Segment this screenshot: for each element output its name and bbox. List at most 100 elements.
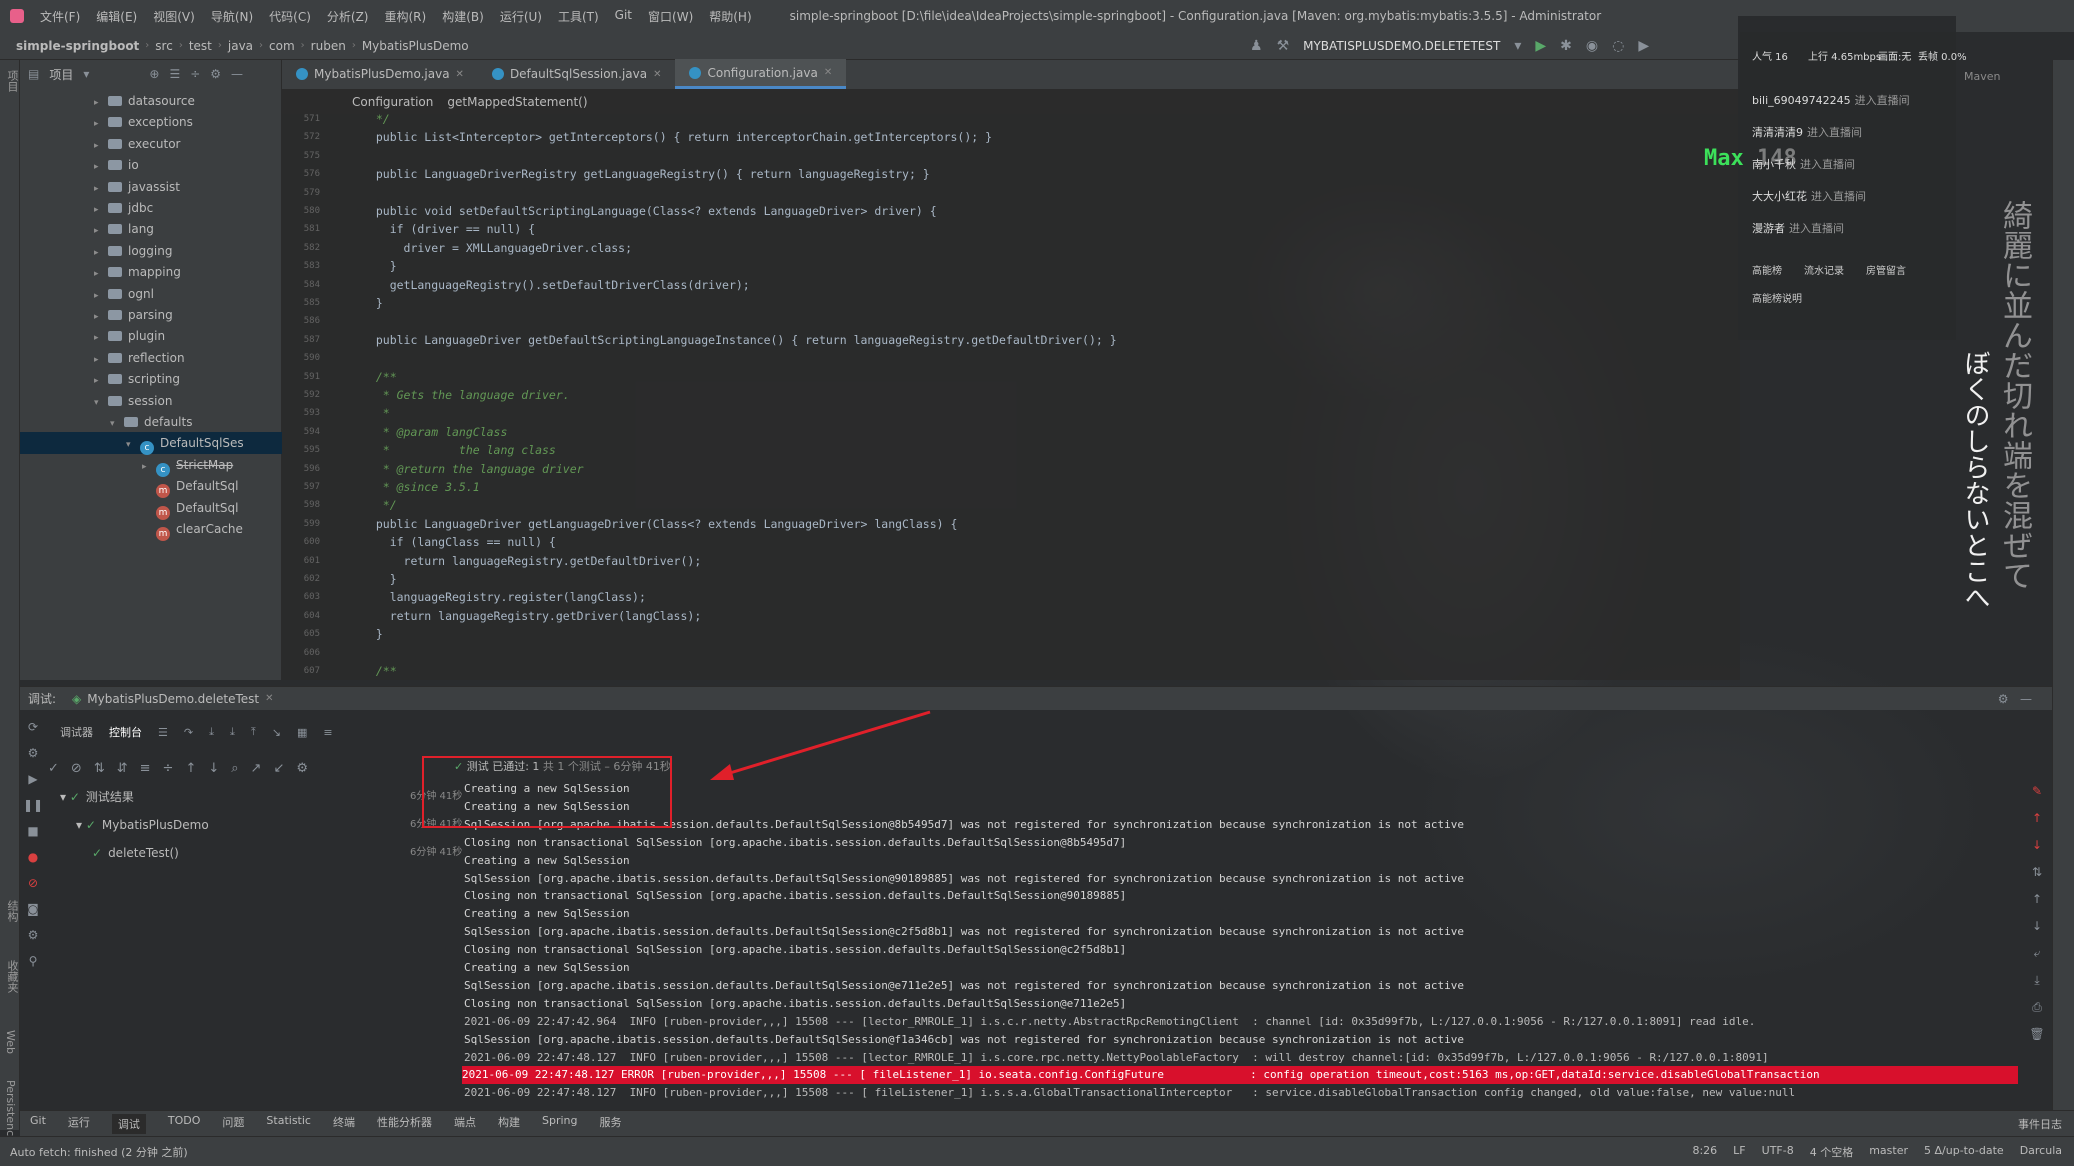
- hide-icon[interactable]: —: [231, 67, 243, 81]
- tab-debugger[interactable]: 调试器: [60, 724, 93, 740]
- tree-item[interactable]: m clearCache: [20, 518, 282, 541]
- tree-item[interactable]: ▸ c StrictMap: [20, 454, 282, 477]
- collapse-icon[interactable]: ÷: [163, 761, 174, 776]
- breadcrumb-item[interactable]: MybatisPlusDemo: [356, 39, 475, 53]
- menu-item[interactable]: 帮助(H): [701, 8, 759, 25]
- crumb-class[interactable]: Configuration: [352, 95, 433, 109]
- console-output[interactable]: Creating a new SqlSession Creating a new …: [454, 780, 2022, 1110]
- gear-icon[interactable]: ⚙: [296, 761, 308, 776]
- menu-item[interactable]: 运行(U): [492, 8, 550, 25]
- chevron-down-icon[interactable]: ▾: [83, 67, 89, 81]
- tree-item[interactable]: ▸ datasource: [20, 90, 282, 112]
- run-configuration-select[interactable]: MYBATISPLUSDEMO.DELETETEST: [1303, 39, 1500, 53]
- gear-icon[interactable]: ⚙: [210, 67, 221, 81]
- close-icon[interactable]: ✕: [824, 67, 832, 78]
- menu-item[interactable]: 分析(Z): [319, 8, 377, 25]
- import-icon[interactable]: ↙: [273, 761, 284, 776]
- search-icon[interactable]: ⌕: [231, 761, 238, 776]
- menu-item[interactable]: 导航(N): [203, 8, 261, 25]
- run-to-cursor-icon[interactable]: ↘: [272, 726, 281, 739]
- tree-item[interactable]: ▸ plugin: [20, 325, 282, 347]
- debug-icon[interactable]: ✱: [1560, 38, 1572, 54]
- status-widget[interactable]: 4 个空格: [1810, 1144, 1854, 1160]
- stripe-label-project[interactable]: 项目: [4, 70, 20, 92]
- sort-icon[interactable]: ⇅: [2022, 865, 2052, 892]
- step-over-icon[interactable]: ↷: [184, 726, 193, 739]
- profile-icon[interactable]: ◌: [1612, 38, 1624, 54]
- mute-icon[interactable]: ⊘: [20, 876, 46, 902]
- run-icon[interactable]: ▶: [1535, 38, 1546, 54]
- overlay-btn-admin[interactable]: 房管留言: [1866, 262, 1906, 277]
- editor-tab[interactable]: MybatisPlusDemo.java ✕: [282, 59, 478, 89]
- chevron-down-icon[interactable]: ▾: [76, 818, 86, 832]
- editor-tab[interactable]: DefaultSqlSession.java ✕: [478, 59, 676, 89]
- tool-window-button[interactable]: 服务: [599, 1114, 621, 1134]
- trace-icon[interactable]: ≡: [323, 726, 332, 739]
- maven-label[interactable]: Maven: [1964, 70, 2000, 83]
- pause-icon[interactable]: ❚❚: [20, 798, 46, 824]
- tree-item[interactable]: ▸ parsing: [20, 304, 282, 326]
- breadcrumb-item[interactable]: simple-springboot: [0, 39, 145, 53]
- status-widget[interactable]: master: [1869, 1144, 1908, 1160]
- step-out-icon[interactable]: ⤒: [251, 725, 256, 739]
- menu-item[interactable]: 构建(B): [434, 8, 492, 25]
- breadcrumb-item[interactable]: src: [149, 39, 179, 53]
- tree-item[interactable]: ▸ ognl: [20, 283, 282, 305]
- project-title[interactable]: 项目: [49, 66, 73, 83]
- test-item[interactable]: ▾ ✓ 测试结果 6分钟 41秒: [60, 786, 462, 808]
- code-editor[interactable]: 571 572 575 576 579 580 581 582 583 584 585 586 587 5…: [282, 114, 1740, 680]
- chevron-down-icon[interactable]: ▾: [60, 790, 70, 804]
- menu-item[interactable]: 编辑(E): [88, 8, 145, 25]
- breakpoints-icon[interactable]: ●: [20, 850, 46, 876]
- tool-window-button[interactable]: 终端: [333, 1114, 355, 1134]
- show-passed-icon[interactable]: ✓: [48, 761, 59, 776]
- menu-item[interactable]: 重构(R): [377, 8, 435, 25]
- coverage-icon[interactable]: ◉: [1586, 38, 1598, 54]
- status-widget[interactable]: Darcula: [2020, 1144, 2062, 1160]
- edit-icon[interactable]: ✎: [2022, 784, 2052, 811]
- menu-item[interactable]: 工具(T): [550, 8, 607, 25]
- collapse-all-icon[interactable]: ÷: [190, 67, 200, 81]
- arrow-up-icon[interactable]: ↑: [2022, 811, 2052, 838]
- print-icon[interactable]: ⎙: [2022, 1000, 2052, 1027]
- breadcrumb-item[interactable]: java: [222, 39, 259, 53]
- tool-window-button[interactable]: 调试: [111, 1113, 146, 1134]
- tool-window-button[interactable]: Git: [30, 1114, 46, 1134]
- tree-item[interactable]: ▾ session: [20, 390, 282, 412]
- tree-item[interactable]: ▸ javassist: [20, 176, 282, 198]
- export-icon[interactable]: ↗: [251, 761, 262, 776]
- gear-icon[interactable]: ⚙ —: [1998, 692, 2032, 706]
- prev-icon[interactable]: ↑: [185, 761, 196, 776]
- expand-icon[interactable]: ≡: [140, 761, 151, 776]
- tool-window-button[interactable]: Statistic: [266, 1114, 311, 1134]
- editor-tab[interactable]: Configuration.java ✕: [675, 59, 847, 89]
- tree-item[interactable]: ▸ reflection: [20, 347, 282, 369]
- step-into-icon[interactable]: ⤓: [209, 725, 214, 739]
- tree-item[interactable]: ▾ c DefaultSqlSes: [20, 432, 282, 456]
- breadcrumb-item[interactable]: com: [263, 39, 301, 53]
- tree-item[interactable]: ▸ lang: [20, 218, 282, 240]
- status-message[interactable]: Auto fetch: finished (2 分钟 之前): [0, 1144, 188, 1160]
- tool-window-button[interactable]: 构建: [498, 1114, 520, 1134]
- gear-icon[interactable]: ⚙: [20, 928, 46, 954]
- tree-item[interactable]: ▾ defaults: [20, 411, 282, 433]
- stripe-label-structure[interactable]: 结构: [4, 900, 20, 922]
- menu-item[interactable]: 视图(V): [145, 8, 203, 25]
- wrap-icon[interactable]: ⤶: [2022, 946, 2052, 973]
- status-widget[interactable]: 5 Δ/up-to-date: [1924, 1144, 2004, 1160]
- close-icon[interactable]: ✕: [456, 69, 464, 80]
- breadcrumb-item[interactable]: ruben: [305, 39, 352, 53]
- tree-item[interactable]: ▸ exceptions: [20, 111, 282, 133]
- status-widget[interactable]: UTF-8: [1762, 1144, 1794, 1160]
- debug-run-tab[interactable]: ◈ MybatisPlusDemo.deleteTest ✕: [72, 692, 273, 706]
- down-icon[interactable]: ↓: [2022, 919, 2052, 946]
- user-icon[interactable]: ♟: [1250, 38, 1263, 54]
- status-widget[interactable]: LF: [1733, 1144, 1745, 1160]
- settings-icon[interactable]: ⚙: [20, 746, 46, 772]
- sort-duration-icon[interactable]: ⇵: [117, 761, 128, 776]
- tree-item[interactable]: ▸ io: [20, 154, 282, 176]
- arrow-down-icon[interactable]: ↓: [2022, 838, 2052, 865]
- menu-item[interactable]: 文件(F): [32, 8, 88, 25]
- tool-window-button[interactable]: 运行: [68, 1114, 90, 1134]
- force-step-into-icon[interactable]: ⤓: [230, 725, 235, 739]
